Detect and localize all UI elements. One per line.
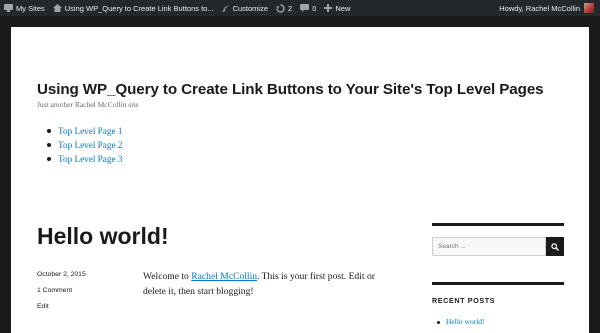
recent-posts-heading: RECENT POSTS [432,296,496,305]
admin-bar: My Sites Using WP_Query to Create Link B… [0,0,600,16]
page-link[interactable]: Top Level Page 2 [47,138,122,152]
author-link[interactable]: Rachel McCollin [191,271,257,282]
account-menu[interactable]: Howdy, Rachel McCollin [495,0,600,16]
top-level-pages-list: Top Level Page 1 Top Level Page 2 Top Le… [47,124,122,166]
home-icon [52,4,62,12]
greeting: Howdy, Rachel McCollin [499,3,580,13]
search-icon [551,242,559,251]
updates-icon [276,3,285,13]
search-button[interactable] [546,237,564,256]
my-sites-label: My Sites [16,3,45,13]
customize-link[interactable]: Customize [218,0,272,16]
site-name-label: Using WP_Query to Create Link Buttons to… [64,3,214,13]
new-content-menu[interactable]: New [320,0,354,16]
comments-link[interactable]: 0 [296,0,320,16]
customize-label: Customize [232,3,269,13]
comments-link[interactable]: 1 Comment [37,287,86,303]
page-content: Using WP_Query to Create Link Buttons to… [11,27,589,333]
post-title[interactable]: Hello world! [37,223,169,250]
avatar [584,3,594,13]
search-input[interactable] [432,237,546,256]
edit-link[interactable]: Edit [37,303,86,319]
site-title[interactable]: Using WP_Query to Create Link Buttons to… [37,81,544,98]
comment-bubble-icon [300,4,310,12]
sidebar-divider [432,282,564,285]
site-tagline: Just another Rachel McCollin site [37,100,139,109]
updates-count: 2 [288,3,293,13]
post-body-before: Welcome to [143,271,192,282]
site-name-menu[interactable]: Using WP_Query to Create Link Buttons to… [49,0,218,16]
page-link[interactable]: Top Level Page 1 [47,124,122,138]
brush-icon [221,4,230,12]
search-form [432,237,564,256]
recent-post-link[interactable]: Hello world! [437,317,485,326]
plus-icon [324,4,333,12]
post-meta: October 2, 2015 1 Comment Edit [37,271,86,319]
my-sites-icon [4,4,13,12]
comments-count: 0 [312,3,317,13]
post-content: Welcome to Rachel McCollin. This is your… [143,269,393,299]
page-link[interactable]: Top Level Page 3 [47,152,122,166]
new-label: New [335,3,351,13]
post-date[interactable]: October 2, 2015 [37,271,86,287]
sidebar-divider [432,223,564,226]
my-sites-menu[interactable]: My Sites [0,0,49,16]
updates-link[interactable]: 2 [272,0,296,16]
